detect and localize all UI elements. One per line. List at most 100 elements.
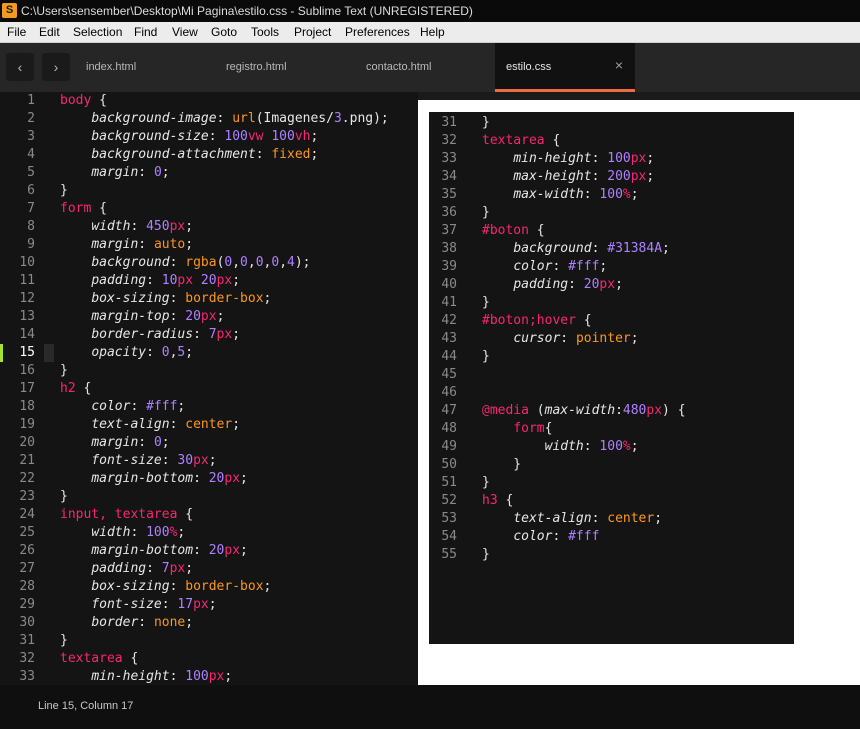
code-text: form{	[513, 421, 553, 436]
code-line[interactable]: 28 box-sizing: border-box;	[0, 578, 418, 596]
menu-preferences[interactable]: Preferences	[345, 25, 410, 39]
line-number: 31	[19, 633, 35, 648]
code-line: 44}	[429, 348, 794, 366]
line-number: 26	[19, 543, 35, 558]
menu-goto[interactable]: Goto	[211, 25, 237, 39]
code-text[interactable]: opacity: 0,5;	[60, 344, 193, 362]
tab-contacto-html[interactable]: contacto.html	[355, 43, 495, 92]
code-text[interactable]: }	[60, 362, 68, 380]
code-text[interactable]: }	[60, 182, 68, 200]
code-line[interactable]: 17 h2 {	[0, 380, 418, 398]
code-line[interactable]: 6}	[0, 182, 418, 200]
menu-selection[interactable]: Selection	[73, 25, 122, 39]
code-line: 37 #boton {	[429, 222, 794, 240]
code-line[interactable]: 25 width: 100%;	[0, 524, 418, 542]
code-line: 33 min-height: 100px;	[429, 150, 794, 168]
code-line[interactable]: 1 body {	[0, 92, 418, 110]
line-number: 55	[441, 547, 457, 562]
code-text[interactable]: font-size: 17px;	[60, 596, 216, 614]
code-text: @media (max-width:480px) {	[482, 403, 686, 418]
code-line[interactable]: 27 padding: 7px;	[0, 560, 418, 578]
code-text[interactable]: textarea {	[60, 650, 138, 668]
code-line[interactable]: 14 border-radius: 7px;	[0, 326, 418, 344]
code-line[interactable]: 32 textarea {	[0, 650, 418, 668]
code-text[interactable]: min-height: 100px;	[60, 668, 232, 685]
tab-estilo-css[interactable]: estilo.css ×	[495, 43, 635, 92]
code-line[interactable]: 4 background-attachment: fixed;	[0, 146, 418, 164]
code-text[interactable]: width: 100%;	[60, 524, 185, 542]
code-line[interactable]: 9 margin: auto;	[0, 236, 418, 254]
code-line[interactable]: 7 form {	[0, 200, 418, 218]
code-editor[interactable]: 1 body {2 background-image: url(Imagenes/…	[0, 92, 418, 685]
code-line[interactable]: 16}	[0, 362, 418, 380]
code-line[interactable]: 10 background: rgba(0,0,0,0,4);	[0, 254, 418, 272]
code-line[interactable]: 26 margin-bottom: 20px;	[0, 542, 418, 560]
code-text[interactable]: body {	[60, 92, 107, 110]
code-line[interactable]: 11 padding: 10px 20px;	[0, 272, 418, 290]
code-line[interactable]: 29 font-size: 17px;	[0, 596, 418, 614]
code-line[interactable]: 13 margin-top: 20px;	[0, 308, 418, 326]
menu-help[interactable]: Help	[420, 25, 445, 39]
code-line: 54 color: #fff	[429, 528, 794, 546]
code-line[interactable]: 20 margin: 0;	[0, 434, 418, 452]
chevron-left-icon: ‹	[17, 59, 23, 75]
code-line[interactable]: 33 min-height: 100px;	[0, 668, 418, 685]
code-text[interactable]: background: rgba(0,0,0,0,4);	[60, 254, 310, 272]
line-number: 34	[441, 169, 457, 184]
back-button[interactable]: ‹	[6, 53, 34, 81]
code-text[interactable]: margin: 0;	[60, 434, 169, 452]
menu-project[interactable]: Project	[294, 25, 331, 39]
code-text[interactable]: box-sizing: border-box;	[60, 290, 271, 308]
code-text[interactable]: h2 {	[60, 380, 91, 398]
code-line[interactable]: 19 text-align: center;	[0, 416, 418, 434]
line-number: 30	[19, 615, 35, 630]
tab-bar: ‹ › index.html registro.html contacto.ht…	[0, 43, 860, 92]
code-line[interactable]: 21 font-size: 30px;	[0, 452, 418, 470]
code-line[interactable]: 8 width: 450px;	[0, 218, 418, 236]
code-line[interactable]: 12 box-sizing: border-box;	[0, 290, 418, 308]
tab-registro-html[interactable]: registro.html	[215, 43, 355, 92]
code-line[interactable]: 18 color: #fff;	[0, 398, 418, 416]
code-text[interactable]: color: #fff;	[60, 398, 185, 416]
forward-button[interactable]: ›	[42, 53, 70, 81]
menu-edit[interactable]: Edit	[39, 25, 60, 39]
line-number: 53	[441, 511, 457, 526]
menu-file[interactable]: File	[7, 25, 26, 39]
code-text[interactable]: margin: auto;	[60, 236, 193, 254]
code-text[interactable]: margin-bottom: 20px;	[60, 542, 248, 560]
code-line[interactable]: 3 background-size: 100vw 100vh;	[0, 128, 418, 146]
code-line[interactable]: 5 margin: 0;	[0, 164, 418, 182]
code-text[interactable]: border-radius: 7px;	[60, 326, 240, 344]
code-text[interactable]: background-image: url(Imagenes/3.png);	[60, 110, 388, 128]
menu-view[interactable]: View	[172, 25, 198, 39]
code-text[interactable]: text-align: center;	[60, 416, 240, 434]
code-text[interactable]: margin: 0;	[60, 164, 169, 182]
code-text: min-height: 100px;	[513, 151, 655, 166]
code-text[interactable]: form {	[60, 200, 107, 218]
code-text[interactable]: background-attachment: fixed;	[60, 146, 318, 164]
code-text[interactable]: font-size: 30px;	[60, 452, 216, 470]
code-text[interactable]: width: 450px;	[60, 218, 193, 236]
code-text[interactable]: margin-bottom: 20px;	[60, 470, 248, 488]
code-text[interactable]: margin-top: 20px;	[60, 308, 224, 326]
code-text[interactable]: box-sizing: border-box;	[60, 578, 271, 596]
code-line[interactable]: 24 input, textarea {	[0, 506, 418, 524]
code-line[interactable]: 30 border: none;	[0, 614, 418, 632]
code-text[interactable]: input, textarea {	[60, 506, 193, 524]
code-line[interactable]: 2 background-image: url(Imagenes/3.png);	[0, 110, 418, 128]
code-text[interactable]: padding: 10px 20px;	[60, 272, 240, 290]
code-text[interactable]: }	[60, 488, 68, 506]
line-number: 38	[441, 241, 457, 256]
code-text[interactable]: padding: 7px;	[60, 560, 193, 578]
menu-find[interactable]: Find	[134, 25, 157, 39]
code-line[interactable]: 15 opacity: 0,5;	[0, 344, 418, 362]
code-line[interactable]: 22 margin-bottom: 20px;	[0, 470, 418, 488]
code-text[interactable]: border: none;	[60, 614, 193, 632]
close-icon[interactable]: ×	[615, 57, 623, 73]
tab-index-html[interactable]: index.html	[75, 43, 215, 92]
code-text[interactable]: }	[60, 632, 68, 650]
code-text[interactable]: background-size: 100vw 100vh;	[60, 128, 318, 146]
code-line[interactable]: 31}	[0, 632, 418, 650]
code-line[interactable]: 23}	[0, 488, 418, 506]
menu-tools[interactable]: Tools	[251, 25, 279, 39]
